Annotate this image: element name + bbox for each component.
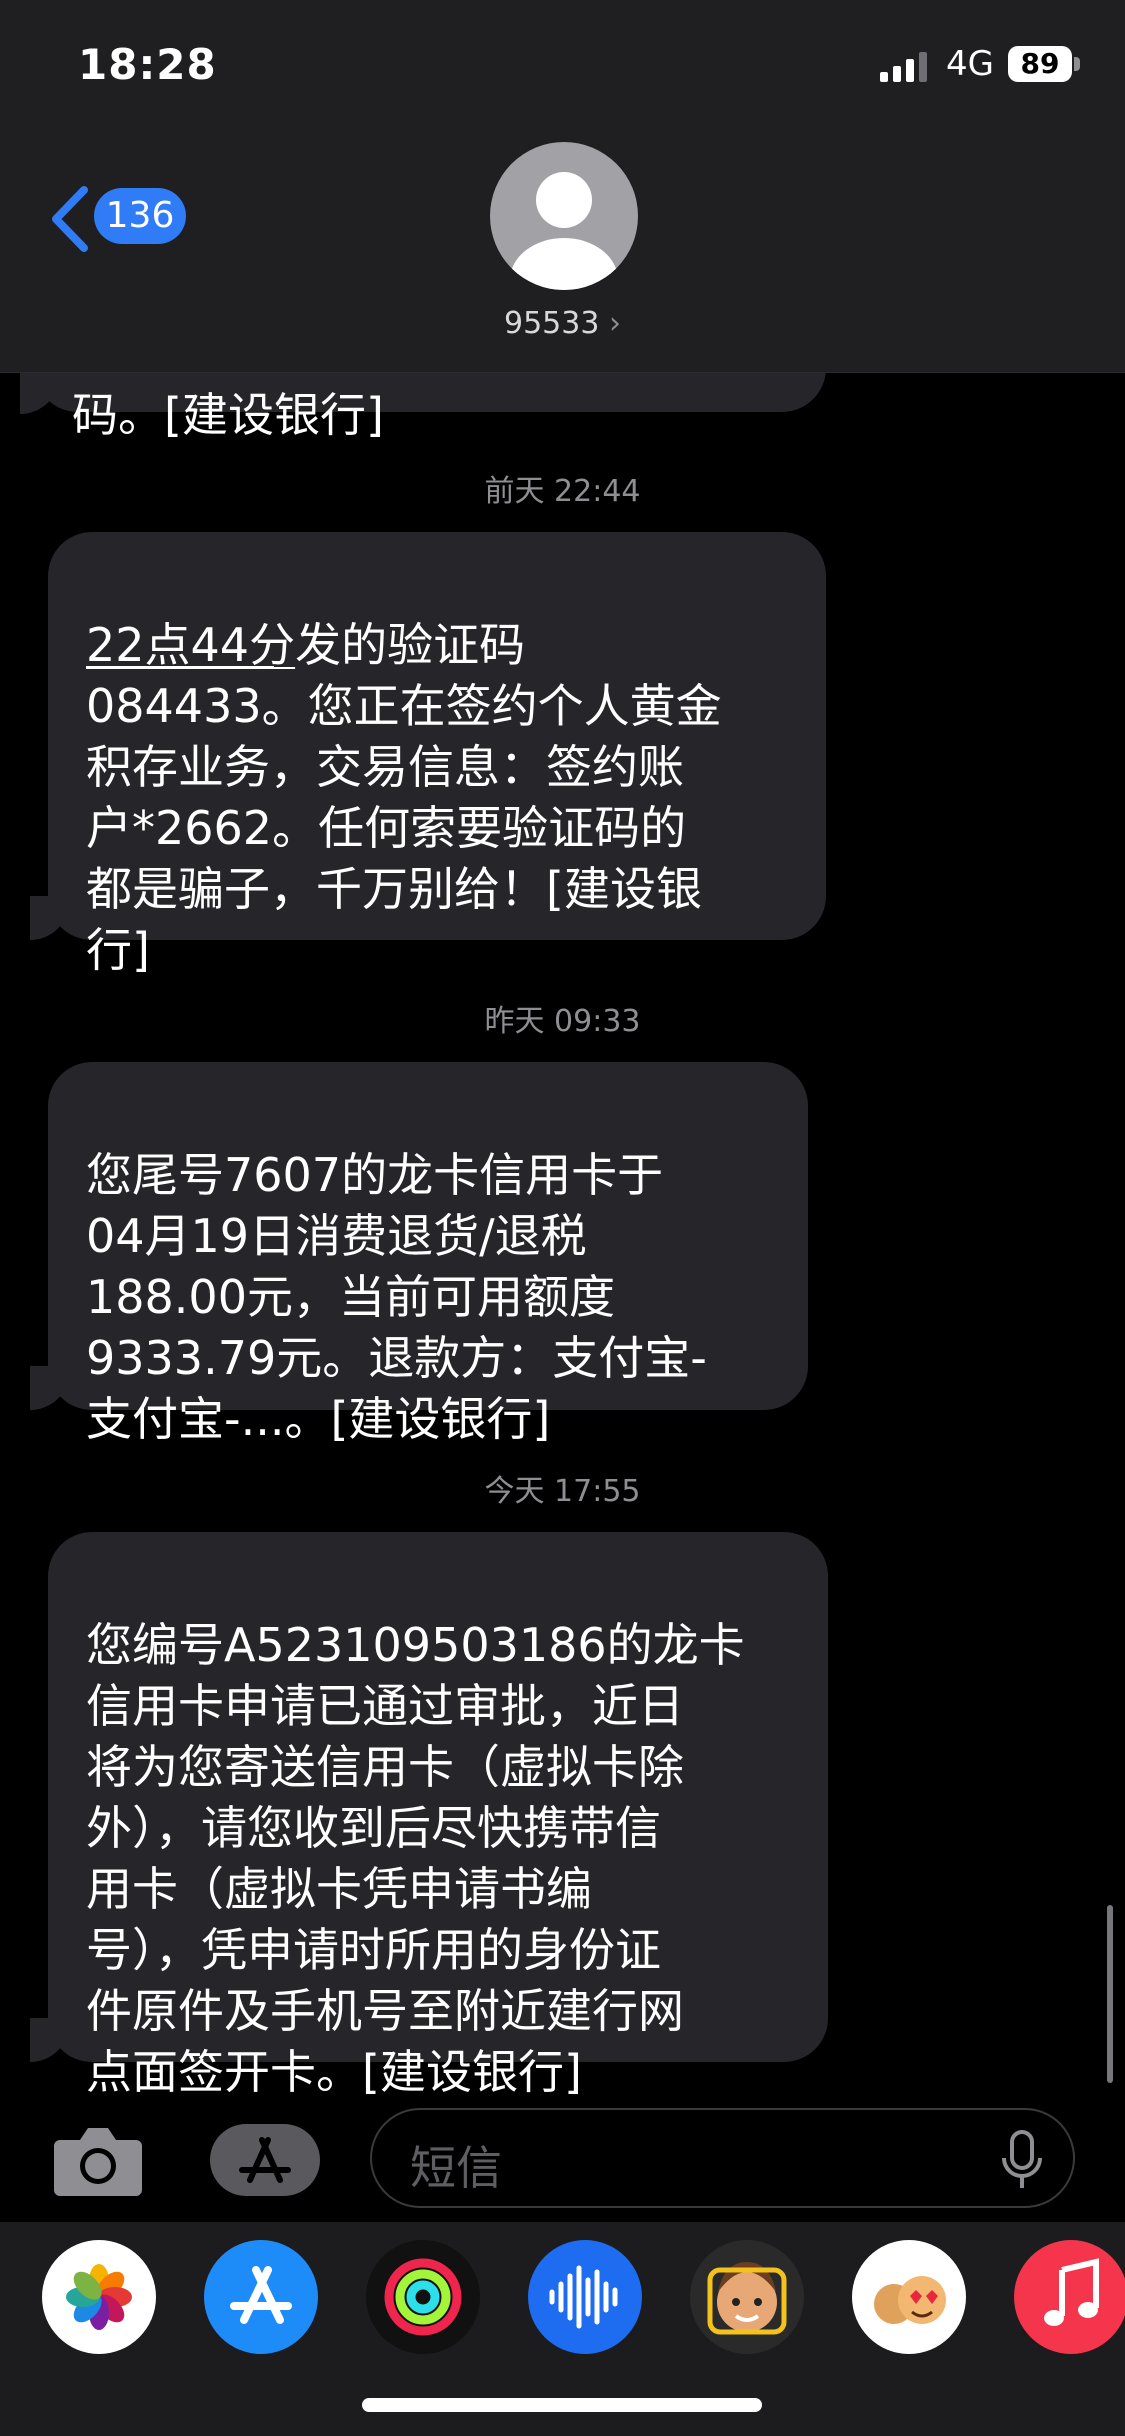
audio-message-icon[interactable] <box>528 2240 642 2354</box>
timestamp: 前天 22:44 <box>484 474 641 509</box>
bubble-tail <box>30 1366 70 1410</box>
cellular-signal-icon <box>880 52 927 82</box>
animoji-stickers-icon[interactable] <box>852 2240 966 2354</box>
message-text: 您尾号7607的龙卡信用卡于 04月19日消费退货/退税 188.00元，当前可… <box>86 1148 707 1446</box>
contact-name[interactable]: 95533 › <box>420 306 705 341</box>
app-store-a-icon <box>239 2137 291 2183</box>
bubble-tail <box>20 370 60 414</box>
camera-icon[interactable] <box>52 2122 144 2198</box>
message-bubble[interactable]: 您尾号7607的龙卡信用卡于 04月19日消费退货/退税 188.00元，当前可… <box>48 1062 808 1446</box>
fitness-icon[interactable] <box>366 2240 480 2354</box>
timestamp: 今天 17:55 <box>484 1474 641 1509</box>
bubble-tail <box>30 896 70 940</box>
message-bubble[interactable]: 您编号A523109503186的龙卡 信用卡申请已通过审批，近日 将为您寄送信… <box>48 1532 828 2099</box>
home-indicator[interactable] <box>362 2398 762 2412</box>
scrollbar[interactable] <box>1107 1905 1113 2083</box>
microphone-icon[interactable] <box>1000 2130 1044 2192</box>
code-underline[interactable] <box>86 666 274 668</box>
message-placeholder: 短信 <box>410 2141 502 2195</box>
bubble-tail <box>30 2018 70 2062</box>
network-type: 4G <box>946 44 994 84</box>
message-bubble[interactable]: 22点44分发的验证码 084433。您正在签约个人黄金 积存业务，交易信息：签… <box>48 532 826 977</box>
apps-button[interactable] <box>210 2124 320 2196</box>
contact-number: 95533 <box>504 306 600 341</box>
status-time: 18:28 <box>78 40 217 89</box>
back-chevron-icon[interactable] <box>50 186 90 252</box>
message-text: 码。[建设银行] <box>72 388 384 442</box>
unread-count-badge[interactable]: 136 <box>94 188 186 244</box>
timestamp: 昨天 09:33 <box>484 1004 641 1039</box>
contact-chevron-icon: › <box>608 306 621 341</box>
battery-cap <box>1074 57 1080 71</box>
person-icon <box>510 172 618 290</box>
battery-level: 89 <box>1008 46 1072 82</box>
music-icon[interactable] <box>1014 2240 1125 2354</box>
app-store-icon[interactable] <box>204 2240 318 2354</box>
memoji-icon[interactable] <box>690 2240 804 2354</box>
contact-avatar[interactable] <box>490 142 638 290</box>
message-text: 您编号A523109503186的龙卡 信用卡申请已通过审批，近日 将为您寄送信… <box>86 1618 745 2099</box>
photos-icon[interactable] <box>42 2240 156 2354</box>
time-link[interactable]: 22点44分 <box>86 618 295 672</box>
